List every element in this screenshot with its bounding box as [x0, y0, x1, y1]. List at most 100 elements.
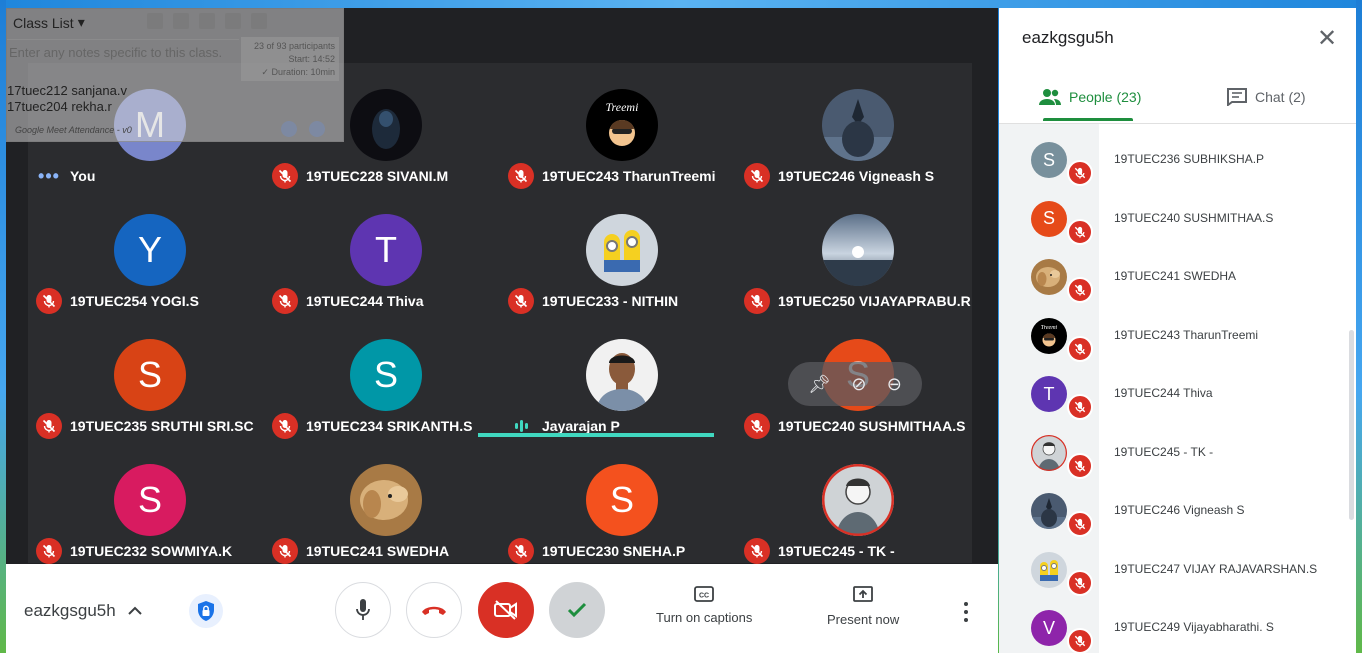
participant-name-row: 19TUEC241 SWEDHA [272, 538, 449, 564]
desktop-background-top [0, 0, 1362, 8]
mic-off-icon [1067, 394, 1093, 420]
captions-label: Turn on captions [656, 610, 753, 625]
participant-name: 19TUEC230 SNEHA.P [542, 543, 686, 559]
participant-name: 19TUEC249 Vijayabharathi. S [1114, 620, 1274, 634]
scrollbar[interactable] [1349, 330, 1354, 520]
avatar: Treemi [586, 89, 658, 161]
people-list-item[interactable]: S 19TUEC236 SUBHIKSHA.P [999, 138, 1356, 196]
extension-footer: Google Meet Attendance - v0 [15, 125, 132, 135]
pin-icon[interactable]: 📌︎ [808, 374, 831, 395]
avatar: S [114, 464, 186, 536]
people-list-item[interactable]: S 19TUEC240 SUSHMITHAA.S [999, 197, 1356, 255]
participant-name: 19TUEC250 VIJAYAPRABU.R [778, 293, 971, 309]
participant-name: 19TUEC245 - TK - [778, 543, 895, 559]
more-options-icon[interactable] [964, 600, 968, 624]
mic-off-icon [508, 163, 534, 189]
people-list-item[interactable]: Treemi 19TUEC243 TharunTreemi [999, 314, 1356, 372]
people-list-item[interactable]: 19TUEC245 - TK - [999, 431, 1356, 489]
microphone-button[interactable] [335, 582, 391, 638]
people-list-item[interactable]: T 19TUEC244 Thiva [999, 372, 1356, 430]
participant-name: 19TUEC241 SWEDHA [1114, 269, 1237, 283]
extension-check-button[interactable] [549, 582, 605, 638]
participant-name-row: 19TUEC246 Vigneash S [744, 163, 934, 189]
participant-tile[interactable]: S 19TUEC235 SRUTHI SRI.SC [28, 339, 264, 464]
spreadsheet-icon[interactable] [225, 13, 241, 29]
remove-participant-icon[interactable]: ⊖ [887, 374, 902, 395]
participant-name-row: 19TUEC232 SOWMIYA.K [36, 538, 232, 564]
participant-tile[interactable]: Treemi 19TUEC243 TharunTreemi [500, 89, 736, 214]
mic-off-icon [36, 288, 62, 314]
palette-icon[interactable] [199, 13, 215, 29]
participant-name: 19TUEC243 TharunTreemi [542, 168, 716, 184]
avatar [350, 89, 422, 161]
svg-text:Treemi: Treemi [606, 100, 639, 114]
participant-tile[interactable]: 19TUEC233 - NITHIN [500, 214, 736, 339]
participant-tile[interactable]: T 19TUEC244 Thiva [264, 214, 500, 339]
avatar [1031, 551, 1067, 588]
avatar [822, 214, 894, 286]
present-now-button[interactable]: Present now [827, 586, 899, 627]
leave-call-button[interactable] [406, 582, 462, 638]
avatar: T [1031, 376, 1067, 412]
tab-chat[interactable]: Chat (2) [1227, 88, 1306, 106]
start-time: Start: 14:52 [288, 54, 335, 64]
file-icon[interactable] [147, 13, 163, 29]
close-icon[interactable]: ✕ [1317, 24, 1337, 53]
participant-tile[interactable]: 19TUEC246 Vigneash S [736, 89, 972, 214]
avatar [586, 339, 658, 411]
avatar [822, 464, 894, 536]
svg-text:CC: CC [699, 593, 709, 600]
people-list-item[interactable]: 19TUEC241 SWEDHA [999, 255, 1356, 313]
mic-off-icon [744, 163, 770, 189]
microphone-icon [356, 599, 370, 620]
mic-off-icon [1067, 452, 1093, 479]
participant-name: 19TUEC228 SIVANI.M [306, 168, 449, 184]
class-list-dropdown[interactable]: Class List ▾ [13, 14, 85, 31]
participant-tile[interactable]: 19TUEC250 VIJAYAPRABU.R [736, 214, 972, 339]
people-list-item[interactable]: V 19TUEC249 Vijayabharathi. S [999, 606, 1356, 653]
chevron-up-icon [127, 606, 142, 615]
mic-off-icon [1067, 218, 1093, 245]
avatar: S [114, 339, 186, 411]
participant-tile[interactable]: Jayarajan P [500, 339, 736, 464]
html-export-icon[interactable] [251, 13, 267, 29]
participant-tile[interactable]: S 19TUEC234 SRIKANTH.S [264, 339, 500, 464]
avatar [1031, 434, 1067, 471]
mic-off-icon [508, 538, 534, 564]
meeting-details-button[interactable]: eazkgsgu5h [24, 601, 142, 621]
class-notes-input[interactable]: Enter any notes specific to this class. [7, 39, 239, 77]
avatar: S [1031, 142, 1067, 178]
participant-name-row: 19TUEC228 SIVANI.M [272, 163, 448, 189]
mic-off-icon [272, 413, 298, 439]
participant-tile[interactable]: Y 19TUEC254 YOGI.S [28, 214, 264, 339]
avatar: S [586, 464, 658, 536]
camera-off-icon [494, 600, 517, 620]
avatar: Treemi [1031, 317, 1067, 354]
participant-name-row: ••• You [36, 163, 95, 189]
tab-people[interactable]: People (23) [1039, 88, 1141, 106]
avatar [350, 464, 422, 536]
camera-off-button[interactable] [478, 582, 534, 638]
captions-button[interactable]: CC Turn on captions [656, 586, 752, 625]
people-icon [1039, 89, 1061, 105]
participant-name-row: 19TUEC240 SUSHMITHAA.S [744, 413, 966, 439]
attendance-list: 17tuec212 sanjana.v 17tuec204 rekha.r [7, 83, 127, 115]
participant-name-row: 19TUEC254 YOGI.S [36, 288, 199, 314]
list-item: 17tuec212 sanjana.v [7, 83, 127, 98]
participant-name: 19TUEC246 Vigneash S [1114, 503, 1245, 517]
desktop-background-right [1356, 0, 1362, 653]
mic-off-icon [36, 413, 62, 439]
participant-name: 19TUEC235 SRUTHI SRI.SC [70, 418, 254, 434]
mute-participant-icon[interactable]: ⊘ [851, 374, 866, 395]
participant-name-row: 19TUEC235 SRUTHI SRI.SC [36, 413, 254, 439]
present-screen-icon [853, 586, 874, 602]
participant-name-row: 19TUEC243 TharunTreemi [508, 163, 716, 189]
participant-name-row: 19TUEC234 SRIKANTH.S [272, 413, 473, 439]
edit-icon[interactable] [173, 13, 189, 29]
people-list-item[interactable]: 19TUEC247 VIJAY RAJAVARSHAN.S [999, 548, 1356, 606]
help-icon[interactable] [309, 121, 325, 137]
security-shield-icon[interactable] [189, 594, 223, 628]
mic-off-icon [744, 538, 770, 564]
settings-icon[interactable] [281, 121, 297, 137]
people-list-item[interactable]: 19TUEC246 Vigneash S [999, 489, 1356, 547]
